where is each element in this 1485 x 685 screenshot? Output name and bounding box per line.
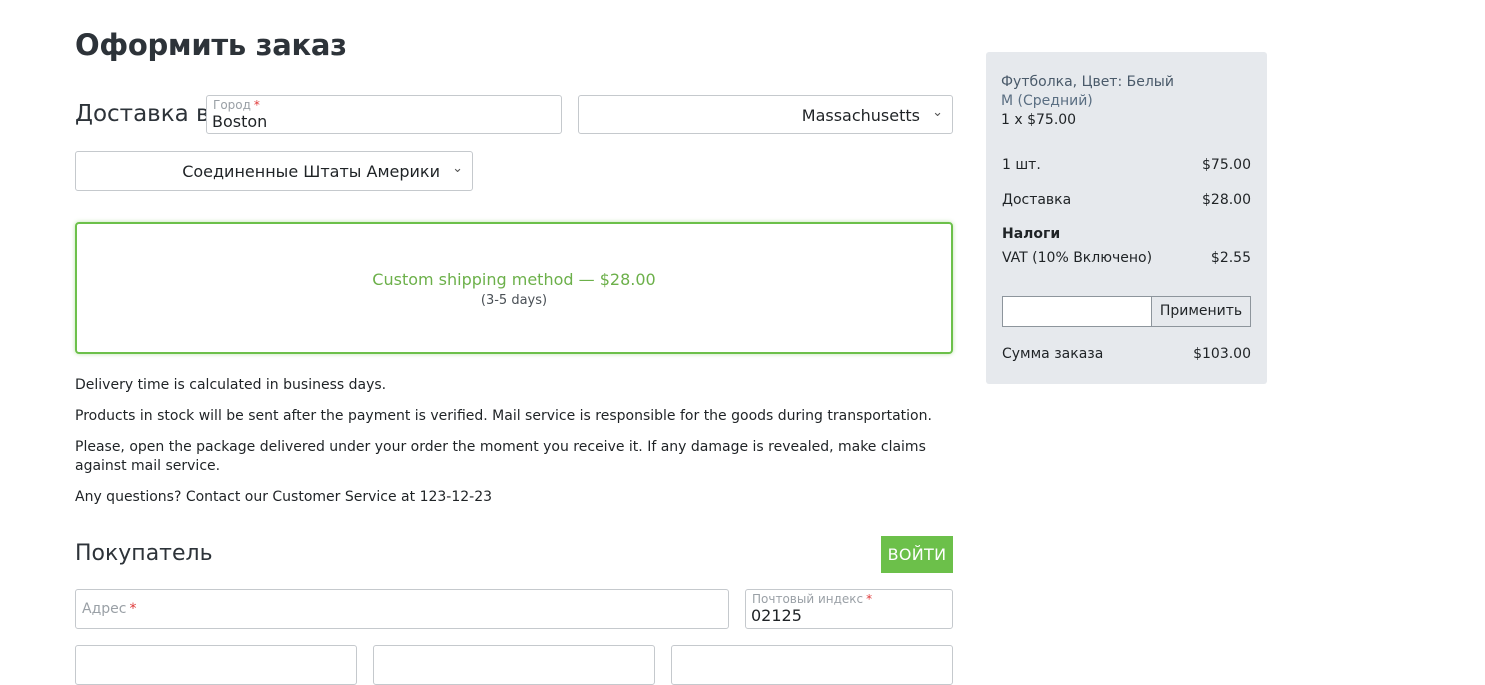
shipping-value: $28.00	[1202, 192, 1251, 208]
total-value: $103.00	[1193, 346, 1251, 362]
item-variant: M (Средний)	[1001, 93, 1093, 109]
zip-label: Почтовый индекс *	[752, 592, 873, 606]
customer-field[interactable]	[671, 645, 953, 685]
chevron-down-icon: ⌄	[452, 161, 463, 176]
login-button[interactable]: ВОЙТИ	[881, 536, 953, 573]
customer-field[interactable]	[75, 645, 357, 685]
coupon-input[interactable]	[1002, 296, 1151, 327]
zip-field[interactable]: Почтовый индекс * 02125	[745, 589, 953, 629]
shipping-method-days: (3-5 days)	[480, 293, 548, 308]
city-label: Город *	[213, 98, 260, 112]
order-summary: Футболка, Цвет: Белый M (Средний) 1 x $7…	[986, 52, 1267, 384]
note-text: Products in stock will be sent after the…	[75, 408, 932, 424]
subtotal-value: $75.00	[1202, 157, 1251, 173]
subtotal-label: 1 шт.	[1002, 157, 1041, 173]
subtotal-row: 1 шт. $75.00	[1002, 156, 1251, 175]
shipping-row: Доставка $28.00	[1002, 191, 1251, 210]
delivery-notes: Delivery time is calculated in business …	[75, 376, 953, 519]
taxes-heading: Налоги	[1002, 226, 1061, 242]
vat-value: $2.55	[1210, 250, 1251, 266]
page-title: Оформить заказ	[75, 28, 347, 62]
country-select[interactable]: Соединенные Штаты Америки ⌄	[75, 151, 473, 191]
apply-coupon-button[interactable]: Применить	[1151, 296, 1251, 327]
state-select[interactable]: Massachusetts ⌄	[578, 95, 953, 134]
address-input[interactable]: Адрес *	[75, 589, 729, 629]
total-label: Сумма заказа	[1002, 346, 1104, 362]
note-text: Please, open the package delivered under…	[75, 439, 926, 474]
address-placeholder: Адрес *	[82, 601, 137, 617]
country-value: Соединенные Штаты Америки	[182, 162, 440, 181]
chevron-down-icon: ⌄	[932, 105, 943, 120]
zip-value: 02125	[751, 606, 802, 625]
note-text: Any questions? Contact our Customer Serv…	[75, 489, 493, 505]
vat-label: VAT (10% Включено)	[1002, 250, 1153, 266]
city-field[interactable]: Город * Boston	[206, 95, 562, 134]
total-row: Сумма заказа $103.00	[1002, 345, 1251, 364]
delivery-label: Доставка в	[75, 101, 210, 127]
shipping-label: Доставка	[1002, 192, 1072, 208]
shipping-method-title: Custom shipping method — $28.00	[372, 270, 656, 289]
state-value: Massachusetts	[801, 106, 920, 125]
city-value: Boston	[212, 112, 268, 131]
customer-field[interactable]	[373, 645, 655, 685]
item-qty-price: 1 x $75.00	[1001, 112, 1077, 128]
customer-section-title: Покупатель	[75, 541, 213, 566]
shipping-method-option[interactable]: Custom shipping method — $28.00 (3-5 day…	[75, 222, 953, 354]
item-name[interactable]: Футболка, Цвет: Белый	[1001, 73, 1174, 92]
vat-row: VAT (10% Включено) $2.55	[1002, 249, 1251, 268]
note-text: Delivery time is calculated in business …	[75, 377, 387, 393]
